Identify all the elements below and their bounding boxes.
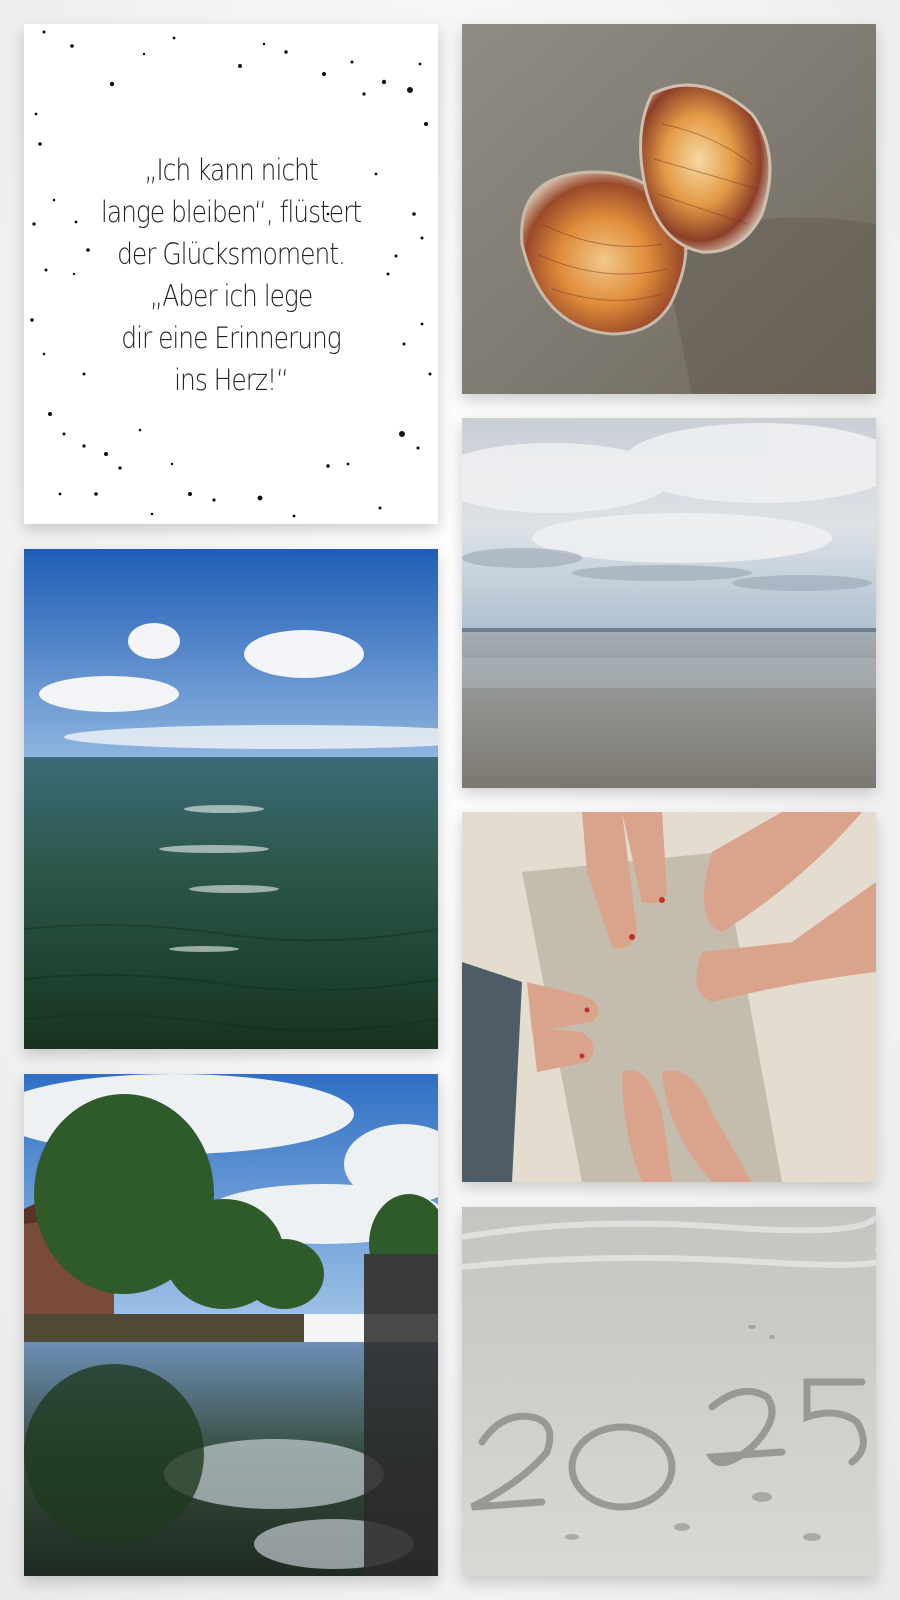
- smiley-icon: [216, 470, 438, 524]
- feet-photo: [462, 812, 876, 1182]
- sand-photo: [462, 1207, 876, 1576]
- quote-card: „Ich kann nicht lange bleiben“, flüstert…: [24, 24, 438, 524]
- shell-photo: [462, 24, 876, 394]
- quote-line: „Ich kann nicht: [144, 153, 318, 187]
- cloud-photo: [462, 418, 876, 788]
- quote-line: der Glücksmoment.: [117, 237, 346, 271]
- canal-photo: [24, 1074, 438, 1576]
- collage: „Ich kann nicht lange bleiben“, flüstert…: [0, 0, 900, 1600]
- quote-text: „Ich kann nicht lange bleiben“, flüstert…: [53, 149, 409, 401]
- sea-photo: [24, 549, 438, 1049]
- quote-line: „Aber ich lege: [149, 279, 313, 313]
- quote-line: ins Herz!“: [174, 363, 289, 397]
- quote-line: lange bleiben“, flüstert: [100, 195, 362, 229]
- quote-line: dir eine Erinnerung: [121, 321, 341, 355]
